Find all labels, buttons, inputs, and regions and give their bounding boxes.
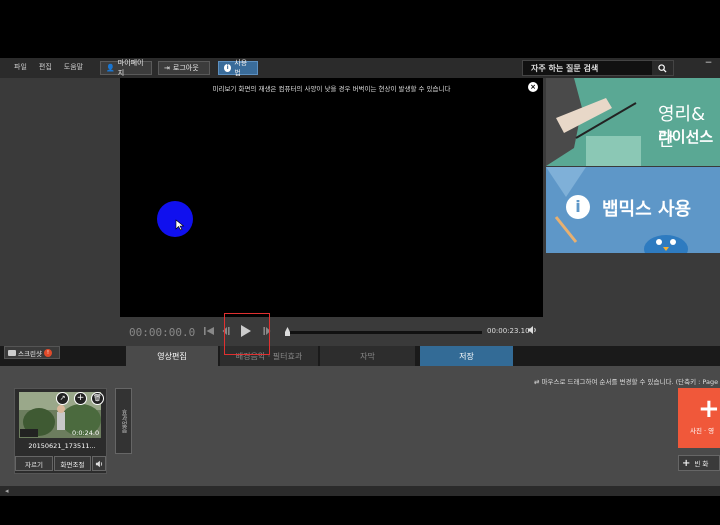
video-type-icon (20, 429, 38, 437)
volume-button[interactable] (527, 325, 538, 337)
info-circle-icon: i (566, 195, 590, 219)
timeline-scrollbar[interactable] (0, 486, 720, 496)
delete-clip-icon[interactable]: 🗑 (91, 392, 104, 405)
plus-icon: + (698, 394, 720, 424)
screen-adjust-button[interactable]: 화면조절 (54, 456, 91, 471)
menu-edit[interactable]: 편집 (39, 62, 52, 72)
camera-icon (8, 349, 16, 356)
volume-icon (528, 326, 536, 334)
preview-screen (120, 78, 543, 317)
transition-effect-button[interactable]: 효과없음 (115, 388, 132, 454)
mypage-button[interactable]: 👤 마이페이지 (100, 59, 152, 77)
preview-notice: 미리보기 화면의 재생은 컴퓨터의 사양이 낮을 경우 버벅이는 현상이 발생할… (212, 85, 451, 93)
alert-icon: ! (43, 348, 52, 357)
clip-volume-icon (95, 460, 102, 467)
reorder-hint: ⇄ 마우스로 드래그하여 순서를 변경할 수 있습니다. (단축키 : Page… (534, 376, 720, 386)
search-button[interactable] (652, 61, 673, 75)
screenshot-button[interactable]: 스크린샷 ! (4, 346, 60, 359)
info-icon: i (224, 64, 232, 72)
help-label: 사용법 (234, 59, 248, 77)
reorder-hint-text: 마우스로 드래그하여 순서를 변경할 수 있습니다. (단축키 : Page U… (541, 378, 720, 386)
logout-label: 로그아웃 (172, 64, 199, 72)
logout-icon: ⇥ (164, 64, 170, 72)
seek-handle-icon (285, 327, 290, 336)
magic-icon[interactable]: ↗ (56, 392, 69, 405)
cursor-highlight (157, 201, 193, 237)
minimize-button[interactable]: − (697, 58, 720, 70)
add-blank-button[interactable]: + 빈 화 (678, 455, 720, 471)
mypage-label: 마이페이지 (117, 59, 144, 77)
seek-handle[interactable] (284, 327, 291, 338)
license-banner[interactable]: 영리&단 라이선스 (546, 78, 720, 166)
tab-video-edit[interactable]: 영상편집 (126, 346, 218, 366)
add-clip-icon[interactable]: + (74, 392, 87, 405)
howto-banner[interactable]: i 뱁믹스 사용 (546, 167, 720, 253)
screenshot-label: 스크린샷 (18, 349, 42, 358)
plus-small-icon: + (682, 457, 691, 469)
clip-volume-button[interactable] (92, 456, 106, 471)
reorder-icon: ⇄ (534, 378, 540, 386)
banner-title-2: 라이선스 (658, 128, 714, 146)
banner-howto-title: 뱁믹스 사용 (602, 199, 692, 220)
tab-subtitle[interactable]: 자막 (320, 346, 415, 366)
menu-help[interactable]: 도움말 (64, 62, 83, 72)
faq-search-box (522, 60, 674, 76)
help-button[interactable]: i 사용법 (218, 59, 258, 77)
add-photo-video-label: 사진 · 영 (690, 427, 715, 435)
total-duration: 00:00:23.10 (487, 327, 530, 335)
mouse-pointer-icon (175, 219, 185, 231)
menu-file[interactable]: 파일 (14, 62, 27, 72)
close-notice-icon[interactable]: × (528, 82, 538, 92)
seek-bar[interactable] (286, 331, 482, 334)
skip-back-button[interactable] (203, 326, 215, 338)
cut-button[interactable]: 자르기 (15, 456, 53, 471)
current-timecode: 00:00:00.0 (129, 326, 196, 339)
clip-title: 20150621_173511... (28, 442, 96, 450)
clip-duration: 0:0:24.0 (72, 429, 100, 437)
skip-back-icon (204, 327, 214, 335)
search-icon (658, 63, 667, 73)
highlight-box (224, 313, 270, 355)
scroll-left-icon[interactable]: ◂ (5, 487, 9, 495)
faq-search-input[interactable] (523, 62, 652, 74)
add-blank-label: 빈 화 (694, 460, 709, 468)
main-menu: 파일 편집 도움말 (14, 62, 83, 72)
tab-save[interactable]: 저장 (420, 346, 513, 366)
logout-button[interactable]: ⇥ 로그아웃 (158, 61, 210, 75)
user-icon: 👤 (106, 64, 115, 72)
